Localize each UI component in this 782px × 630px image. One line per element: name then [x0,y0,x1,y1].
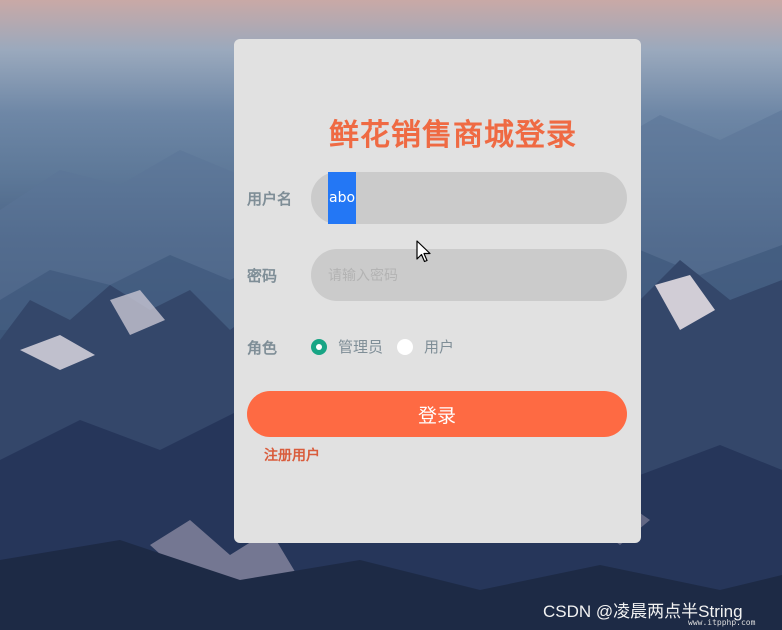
password-label: 密码 [247,267,278,285]
username-input[interactable]: abo [311,172,627,224]
username-value-selected: abo [328,172,357,224]
password-placeholder: 请输入密码 [328,268,398,284]
page-title: 鲜花销售商城登录 [329,118,577,153]
login-card: 鲜花销售商城登录 用户名 abo 密码 请输入密码 角色 管理员 用户 登录 注… [234,39,641,543]
username-label: 用户名 [247,190,293,208]
register-link[interactable]: 注册用户 [264,445,320,465]
role-user-radio[interactable] [397,338,414,355]
role-user-label[interactable]: 用户 [424,336,454,357]
role-admin-radio[interactable] [311,338,327,355]
site-watermark: www.itpphp.com [688,618,756,627]
role-admin-label[interactable]: 管理员 [338,336,383,357]
login-button[interactable]: 登录 [247,391,627,437]
mouse-pointer-icon [416,240,431,263]
password-input[interactable]: 请输入密码 [311,249,627,301]
role-label: 角色 [247,339,278,357]
role-radio-group: 管理员 用户 [311,336,468,357]
